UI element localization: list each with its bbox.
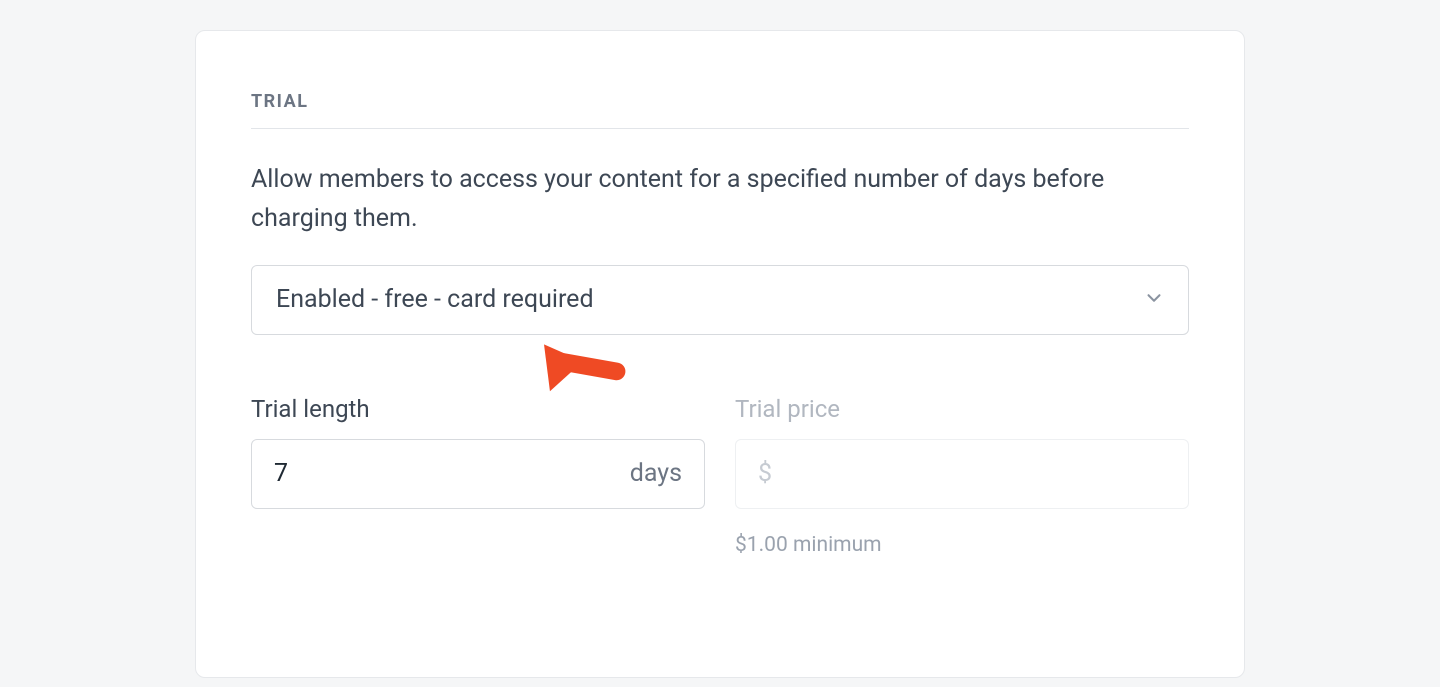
trial-price-input[interactable] (780, 440, 1166, 508)
trial-price-label: Trial price (735, 395, 1189, 423)
trial-mode-select[interactable]: Enabled - free - card required (251, 265, 1189, 335)
section-description: Allow members to access your content for… (251, 161, 1189, 239)
trial-length-unit: days (630, 459, 682, 488)
trial-mode-select-wrap: Enabled - free - card required (251, 265, 1189, 335)
currency-symbol: $ (758, 459, 772, 488)
trial-fields-row: Trial length days Trial price $ $1.00 mi… (251, 395, 1189, 557)
trial-length-label: Trial length (251, 395, 705, 423)
section-title: TRIAL (251, 91, 1189, 129)
trial-price-field: Trial price $ $1.00 minimum (735, 395, 1189, 557)
trial-price-hint: $1.00 minimum (735, 533, 1189, 557)
trial-length-field: Trial length days (251, 395, 705, 557)
trial-length-input-group: days (251, 439, 705, 509)
trial-length-input[interactable] (274, 440, 622, 508)
trial-settings-card: TRIAL Allow members to access your conte… (195, 30, 1245, 678)
trial-price-input-group: $ (735, 439, 1189, 509)
